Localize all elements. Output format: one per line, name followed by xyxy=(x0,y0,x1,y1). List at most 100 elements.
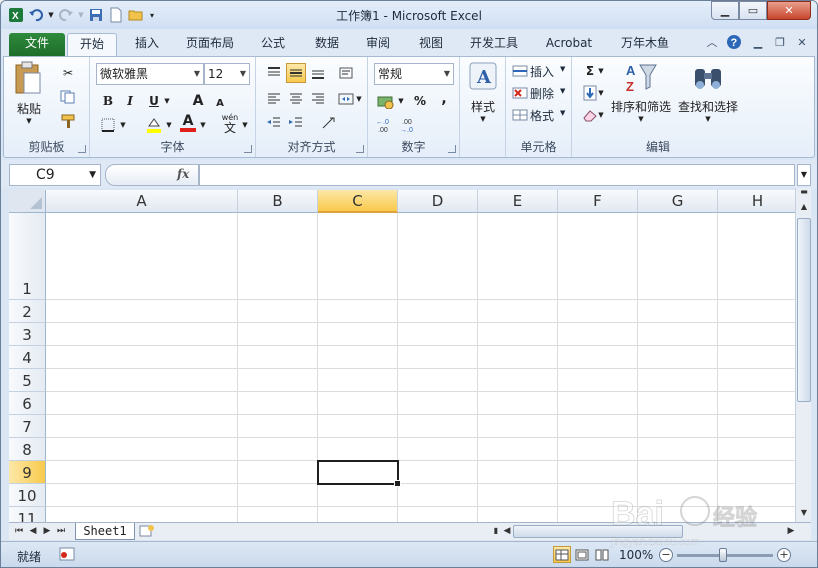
borders-dropdown-icon[interactable]: ▼ xyxy=(118,115,128,135)
horizontal-scroll-thumb[interactable] xyxy=(513,525,683,538)
doc-close-icon[interactable]: ✕ xyxy=(793,33,811,51)
insert-cells-icon[interactable] xyxy=(510,61,530,81)
normal-view-icon[interactable] xyxy=(553,546,571,563)
align-top-icon[interactable] xyxy=(264,63,284,83)
format-cells-icon[interactable] xyxy=(510,105,530,125)
row-header-11[interactable]: 11 xyxy=(9,507,46,522)
tab-file[interactable]: 文件 xyxy=(9,33,65,56)
column-header-g[interactable]: G xyxy=(638,190,718,213)
row-header-1[interactable]: 1 xyxy=(9,213,46,300)
insert-sheet-icon[interactable] xyxy=(139,524,155,538)
column-header-e[interactable]: E xyxy=(478,190,558,213)
tab-acrobat[interactable]: Acrobat xyxy=(537,33,601,56)
tab-insert[interactable]: 插入 xyxy=(127,33,167,56)
last-sheet-icon[interactable]: ⏭ xyxy=(55,525,67,537)
tab-developer[interactable]: 开发工具 xyxy=(463,33,525,56)
phonetic-dropdown-icon[interactable]: ▼ xyxy=(240,115,250,135)
number-format-combo[interactable]: 常规 ▼ xyxy=(374,63,454,85)
font-color-button[interactable]: A xyxy=(178,113,198,133)
font-size-dropdown-icon[interactable]: ▼ xyxy=(240,64,246,84)
zoom-slider-thumb[interactable] xyxy=(719,548,727,562)
font-size-combo[interactable]: 12 ▼ xyxy=(204,63,250,85)
tab-view[interactable]: 视图 xyxy=(411,33,451,56)
accounting-dropdown-icon[interactable]: ▼ xyxy=(396,91,406,111)
minimize-button[interactable]: ▁ xyxy=(711,1,739,20)
vertical-scroll-thumb[interactable] xyxy=(797,218,811,402)
page-layout-view-icon[interactable] xyxy=(573,546,591,563)
column-header-f[interactable]: F xyxy=(558,190,638,213)
shrink-font-button[interactable]: A xyxy=(210,93,230,113)
accounting-icon[interactable] xyxy=(376,91,396,111)
worksheet-grid[interactable]: ABCDEFGH 1 2 3 4 5 6 7 8 9 10 11 xyxy=(9,190,795,522)
paste-button[interactable]: 粘贴 ▼ xyxy=(12,61,46,125)
row-header-3[interactable]: 3 xyxy=(9,323,46,346)
align-center-icon[interactable] xyxy=(286,89,306,109)
zoom-level[interactable]: 100% xyxy=(619,548,653,562)
wrap-text-icon[interactable] xyxy=(320,113,340,133)
clear-dropdown-icon[interactable]: ▼ xyxy=(596,105,606,125)
horizontal-scrollbar[interactable]: ▮ ◀ ▶ xyxy=(493,524,799,539)
number-format-dropdown-icon[interactable]: ▼ xyxy=(444,64,450,84)
select-all-button[interactable] xyxy=(9,190,46,213)
underline-dropdown-icon[interactable]: ▼ xyxy=(162,91,172,111)
tab-formulas[interactable]: 公式 xyxy=(253,33,293,56)
merge-center-icon[interactable] xyxy=(336,89,356,109)
row-header-5[interactable]: 5 xyxy=(9,369,46,392)
zoom-in-icon[interactable]: + xyxy=(777,548,791,562)
first-sheet-icon[interactable]: ⏮ xyxy=(13,525,25,537)
expand-formula-bar-icon[interactable]: ▼ xyxy=(797,164,811,186)
format-cells-dropdown-icon[interactable]: ▼ xyxy=(560,109,565,117)
underline-button[interactable]: U xyxy=(144,91,164,111)
font-name-combo[interactable]: 微软雅黑 ▼ xyxy=(96,63,204,85)
fill-color-dropdown-icon[interactable]: ▼ xyxy=(164,115,174,135)
tab-split-box-icon[interactable]: ▮ xyxy=(493,525,499,537)
orientation-icon[interactable] xyxy=(336,63,356,83)
zoom-out-icon[interactable]: − xyxy=(659,548,673,562)
tab-data[interactable]: 数据 xyxy=(307,33,347,56)
sort-filter-button[interactable]: AZ 排序和筛选 ▼ xyxy=(610,61,672,131)
row-header-4[interactable]: 4 xyxy=(9,346,46,369)
tab-wannian-muyu[interactable]: 万年木鱼 xyxy=(613,33,677,56)
borders-icon[interactable] xyxy=(98,115,118,135)
insert-cells-label[interactable]: 插入 xyxy=(530,63,554,80)
scroll-up-arrow-icon[interactable]: ▲ xyxy=(797,200,811,214)
format-cells-label[interactable]: 格式 xyxy=(530,107,554,124)
align-right-icon[interactable] xyxy=(308,89,328,109)
ribbon-minimize-icon[interactable]: ︿ xyxy=(703,33,721,51)
doc-restore-icon[interactable]: ❐ xyxy=(771,33,789,51)
format-painter-icon[interactable] xyxy=(58,111,78,131)
scroll-down-arrow-icon[interactable]: ▼ xyxy=(797,506,811,520)
font-launcher-icon[interactable] xyxy=(244,145,252,153)
delete-cells-icon[interactable] xyxy=(510,83,530,103)
close-button[interactable]: ✕ xyxy=(767,1,811,20)
fill-color-icon[interactable] xyxy=(144,115,164,135)
bold-button[interactable]: B xyxy=(98,91,118,111)
column-header-d[interactable]: D xyxy=(398,190,478,213)
tab-home[interactable]: 开始 xyxy=(67,33,117,56)
formula-input[interactable] xyxy=(199,164,795,186)
increase-indent-icon[interactable] xyxy=(286,113,306,133)
doc-minimize-icon[interactable]: ▁ xyxy=(749,33,767,51)
italic-button[interactable]: I xyxy=(120,91,140,111)
copy-icon[interactable] xyxy=(58,87,78,107)
row-header-9[interactable]: 9 xyxy=(9,461,46,484)
alignment-launcher-icon[interactable] xyxy=(356,145,364,153)
row-header-8[interactable]: 8 xyxy=(9,438,46,461)
column-header-b[interactable]: B xyxy=(238,190,318,213)
clipboard-launcher-icon[interactable] xyxy=(78,145,86,153)
align-bottom-icon[interactable] xyxy=(308,63,328,83)
row-header-7[interactable]: 7 xyxy=(9,415,46,438)
row-header-10[interactable]: 10 xyxy=(9,484,46,507)
font-color-dropdown-icon[interactable]: ▼ xyxy=(198,115,208,135)
scroll-left-arrow-icon[interactable]: ◀ xyxy=(501,525,513,537)
styles-button[interactable]: A 样式 ▼ xyxy=(466,61,500,127)
macro-record-icon[interactable] xyxy=(59,547,75,561)
name-box-dropdown-icon[interactable]: ▼ xyxy=(89,165,96,185)
align-middle-icon[interactable] xyxy=(286,63,306,83)
vertical-scrollbar[interactable]: ▬ ▲ ▼ xyxy=(795,188,811,522)
decrease-decimal-icon[interactable]: .00 →.0 xyxy=(400,115,420,135)
delete-cells-label[interactable]: 删除 xyxy=(530,85,554,102)
tab-review[interactable]: 审阅 xyxy=(358,33,398,56)
grow-font-button[interactable]: A xyxy=(188,91,208,111)
name-box[interactable]: C9 ▼ xyxy=(9,164,101,186)
